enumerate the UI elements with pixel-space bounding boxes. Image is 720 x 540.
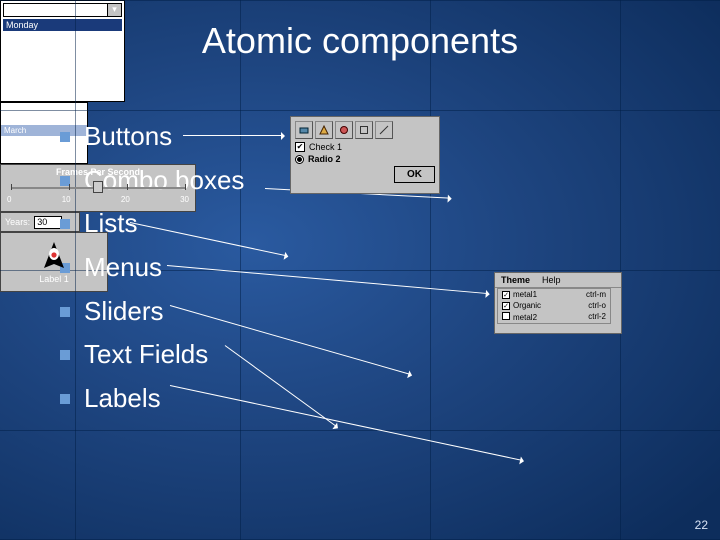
tool-button[interactable] xyxy=(335,121,353,139)
combobox[interactable]: Monday ▾ xyxy=(3,3,122,17)
bullet-label: Combo boxes xyxy=(84,162,244,200)
tool-button[interactable] xyxy=(375,121,393,139)
tool-button[interactable] xyxy=(315,121,333,139)
radio-label: Radio 2 xyxy=(308,154,341,164)
bullet-list: Buttons Combo boxes Lists Menus Sliders … xyxy=(60,118,244,424)
years-input[interactable] xyxy=(34,216,62,229)
menu-example-panel: Theme Help ✓metal1ctrl-m ✓Organicctrl-o … xyxy=(494,272,622,334)
slider-track[interactable] xyxy=(11,183,185,193)
combobox-selected: Monday xyxy=(4,4,107,16)
menu-help[interactable]: Help xyxy=(536,273,567,287)
ok-button[interactable]: OK xyxy=(394,166,435,183)
list-item: Labels xyxy=(60,380,244,418)
buttons-example-panel: ✔ Check 1 Radio 2 OK xyxy=(290,116,440,194)
list-item: Combo boxes xyxy=(60,162,244,200)
page-number: 22 xyxy=(695,518,708,532)
bullet-label: Lists xyxy=(84,205,137,243)
bullet-label: Menus xyxy=(84,249,162,287)
arrow-icon xyxy=(183,135,283,136)
menu-item[interactable]: metal2ctrl-2 xyxy=(498,311,610,323)
menu-theme[interactable]: Theme xyxy=(495,273,536,287)
checkbox-label: Check 1 xyxy=(309,142,342,152)
list-item: Buttons xyxy=(60,118,244,156)
tick-label: 0 xyxy=(7,195,11,204)
slide-title: Atomic components xyxy=(0,20,720,62)
bullet-label: Buttons xyxy=(84,118,172,156)
list-item: Sliders xyxy=(60,293,244,331)
bullet-label: Sliders xyxy=(84,293,163,331)
checkbox-icon[interactable]: ✔ xyxy=(295,142,305,152)
list-item: Text Fields xyxy=(60,336,244,374)
menu-item[interactable]: ✓metal1ctrl-m xyxy=(498,289,610,300)
chevron-down-icon[interactable]: ▾ xyxy=(107,4,121,16)
list-item: Menus xyxy=(60,249,244,287)
radio-icon[interactable] xyxy=(295,155,304,164)
textfield-label: Years: xyxy=(5,217,30,227)
tool-button[interactable] xyxy=(355,121,373,139)
duke-icon xyxy=(40,240,68,272)
combobox-option[interactable]: Friday xyxy=(3,67,122,79)
bullet-label: Labels xyxy=(84,380,161,418)
tool-button[interactable] xyxy=(295,121,313,139)
menu-item[interactable]: ✓Organicctrl-o xyxy=(498,300,610,311)
bullet-label: Text Fields xyxy=(84,336,208,374)
slider-knob[interactable] xyxy=(93,181,103,193)
list-item: Lists xyxy=(60,205,244,243)
